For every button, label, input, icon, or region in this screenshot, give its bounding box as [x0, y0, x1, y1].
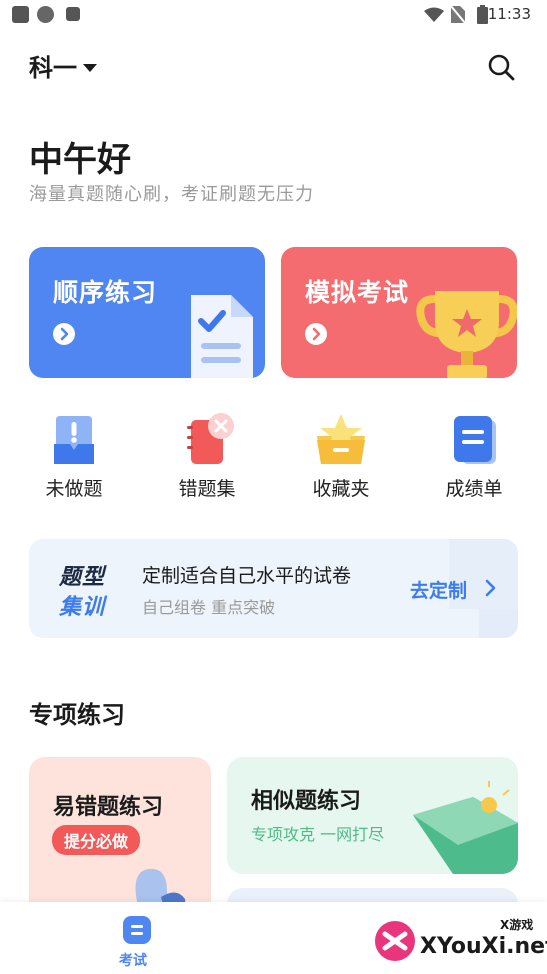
greeting-title: 中午好 [29, 140, 131, 180]
card-title: 易错题练习 [53, 795, 164, 820]
quick-action-favorites[interactable]: 收藏夹 [291, 410, 391, 501]
customize-button[interactable]: 去定制 [410, 576, 467, 603]
quick-action-label: 收藏夹 [312, 478, 370, 500]
watermark-small-text: X游戏 [500, 918, 534, 932]
card-subtitle: 专项攻克 一网打尽 [251, 825, 385, 844]
clock: 11:33 [487, 5, 531, 23]
sync-icon [37, 6, 54, 23]
document-check-icon [191, 295, 253, 378]
card-title: 相似题练习 [251, 789, 362, 814]
card-title: 模拟考试 [305, 278, 410, 307]
no-sim-icon [451, 6, 465, 23]
sequential-practice-card[interactable]: 顺序练习 [29, 247, 265, 378]
chevron-right-icon [485, 579, 496, 597]
banner-subtitle: 自己组卷 重点突破 [142, 598, 276, 617]
search-icon[interactable] [486, 52, 516, 82]
trophy-icon [416, 291, 517, 378]
battery-icon [477, 5, 488, 24]
chevron-down-icon [83, 63, 97, 72]
quick-action-scorecard[interactable]: 成绩单 [424, 410, 524, 501]
banner-logo-line1: 题型 [59, 565, 106, 590]
quick-action-label: 错题集 [178, 478, 236, 500]
banner-title: 定制适合自己水平的试卷 [142, 565, 352, 587]
watermark-text: XYouXi.net [420, 934, 547, 959]
scorecard-icon [444, 410, 504, 470]
favorites-icon [311, 410, 371, 470]
watermark-logo-icon [375, 921, 415, 961]
arrow-right-icon [305, 323, 327, 345]
subject-label: 科一 [29, 54, 77, 82]
greeting-subtitle: 海量真题随心刷，考证刷题无压力 [29, 184, 314, 205]
app-notification-icon [66, 7, 80, 21]
quick-action-unanswered[interactable]: 未做题 [24, 410, 124, 501]
quick-action-wrong-book[interactable]: 错题集 [157, 410, 257, 501]
section-title: 专项练习 [29, 701, 125, 729]
banner-logo-line2: 集训 [59, 595, 106, 620]
wrong-book-icon [177, 410, 237, 470]
similar-practice-card[interactable]: 相似题练习 专项攻克 一网打尽 [227, 757, 518, 874]
nav-label: 考试 [119, 953, 147, 969]
quick-action-label: 成绩单 [445, 478, 503, 500]
badge: 提分必做 [52, 825, 141, 855]
app-notification-icon [12, 6, 29, 23]
card-title: 顺序练习 [53, 278, 158, 307]
exam-tab-icon [123, 916, 151, 944]
quick-action-label: 未做题 [45, 478, 103, 500]
wifi-icon [424, 7, 444, 22]
watermark: X游戏 XYouXi.net [372, 912, 547, 970]
books-lightbulb-icon [413, 781, 518, 874]
unanswered-icon [44, 410, 104, 470]
custom-exam-banner[interactable]: 题型 集训 定制适合自己水平的试卷 自己组卷 重点突破 去定制 [29, 539, 518, 638]
arrow-right-icon [53, 323, 75, 345]
subject-selector[interactable]: 科一 [29, 48, 97, 83]
mock-exam-card[interactable]: 模拟考试 [281, 247, 517, 378]
status-bar: 11:33 [0, 0, 547, 30]
